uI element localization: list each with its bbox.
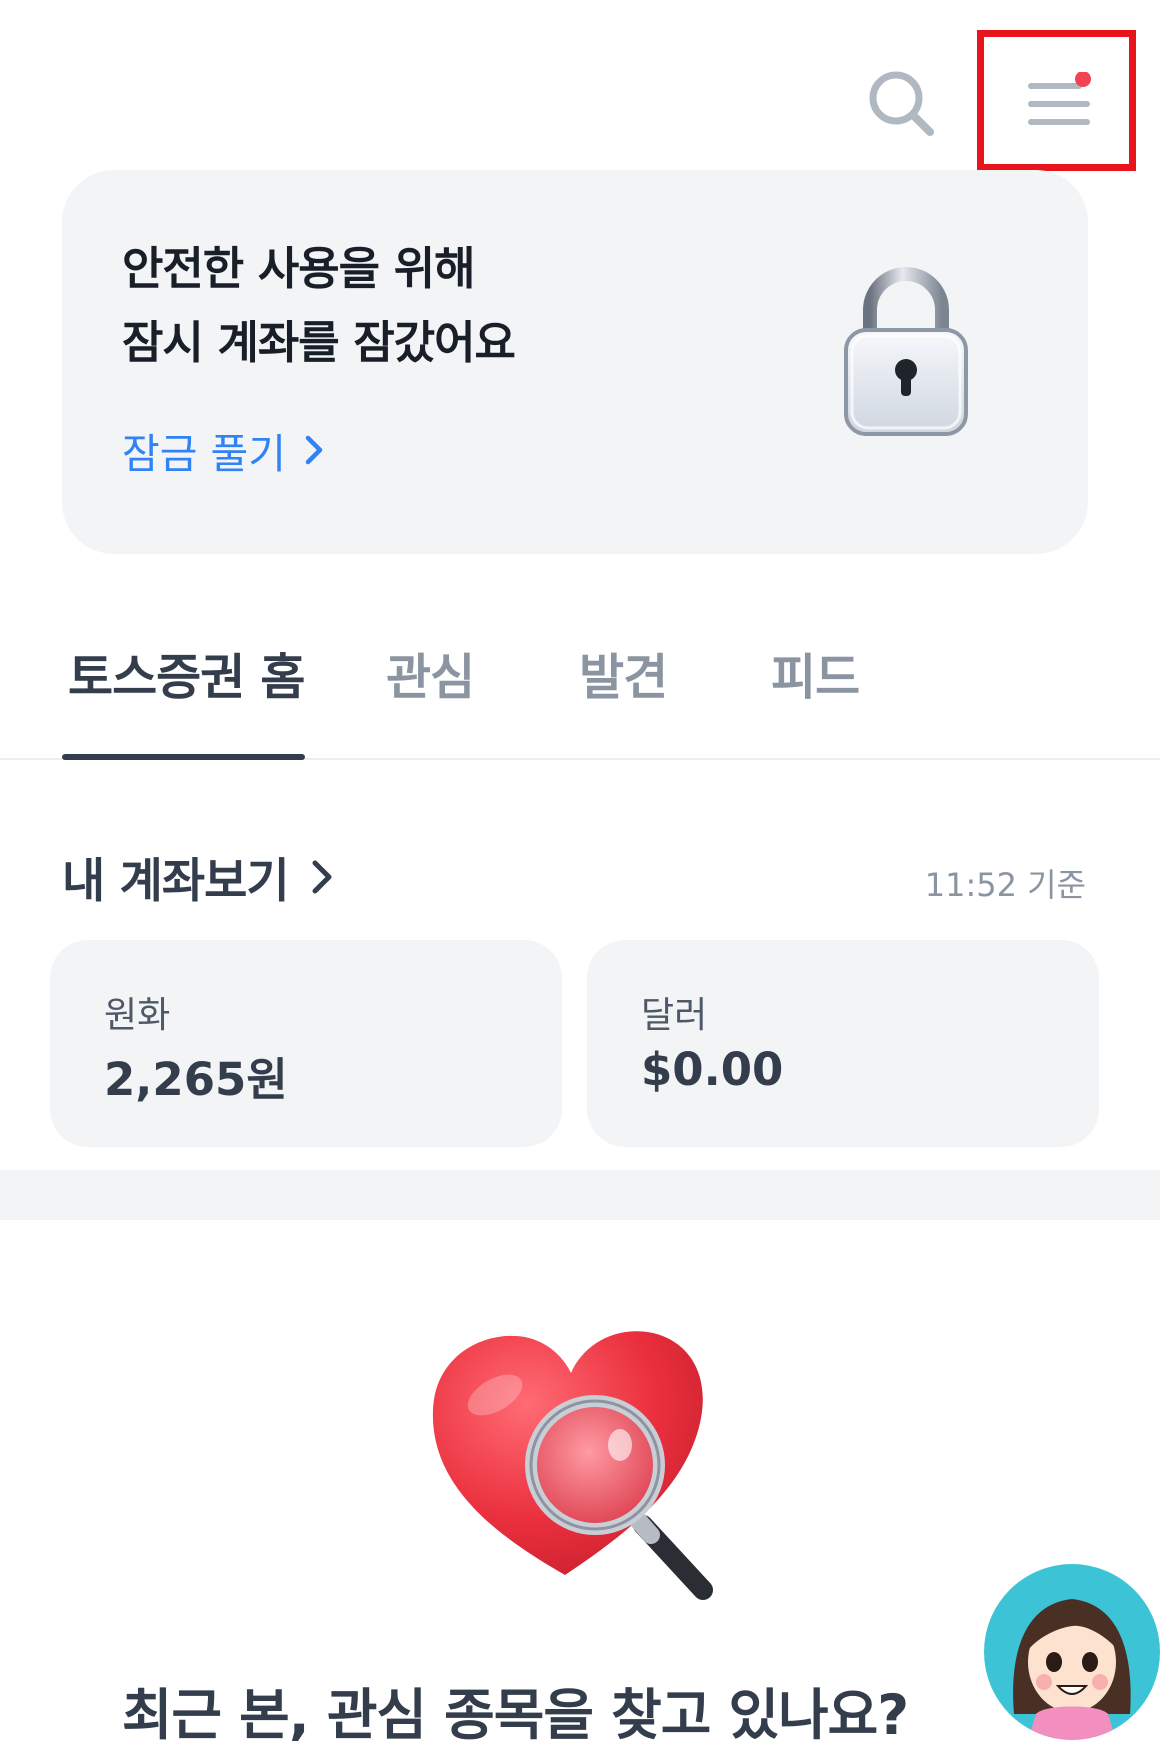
heart-magnifier-icon (432, 1331, 713, 1600)
section-divider (0, 1170, 1160, 1220)
tab-feed[interactable]: 피드 (771, 638, 860, 709)
balance-timestamp: 11:52 기준 (924, 866, 1086, 904)
lock-banner-title: 안전한 사용을 위해 잠시 계좌를 잠갔어요 (122, 242, 516, 369)
app-screen: 안전한 사용을 위해 잠시 계좌를 잠갔어요 잠금 풀기 토스증권 홈 관심 발… (0, 0, 1160, 1741)
account-lock-banner: 안전한 사용을 위해 잠시 계좌를 잠갔어요 잠금 풀기 (62, 170, 1088, 554)
krw-label: 원화 (104, 995, 171, 1036)
tab-discover[interactable]: 발견 (579, 638, 668, 709)
active-tab-indicator (62, 754, 305, 760)
usd-label: 달러 (641, 995, 708, 1036)
usd-value: $0.00 (641, 1043, 784, 1096)
main-tab-bar: 토스증권 홈 관심 발견 피드 (0, 610, 1160, 760)
menu-button[interactable] (977, 30, 1136, 171)
chevron-right-icon (312, 860, 332, 893)
character-avatar-button[interactable] (984, 1564, 1160, 1740)
recent-watchlist-prompt: 최근 본, 관심 종목을 찾고 있나요? (121, 1683, 909, 1741)
character-avatar-icon (1013, 1599, 1131, 1740)
search-icon (869, 71, 934, 136)
usd-balance-card[interactable]: 달러 $0.00 (587, 940, 1099, 1147)
tab-watchlist[interactable]: 관심 (386, 638, 475, 709)
top-bar (0, 0, 1160, 171)
hamburger-menu-icon (1028, 72, 1091, 125)
my-accounts-title: 내 계좌보기 (62, 854, 290, 909)
chevron-right-icon (305, 435, 323, 465)
krw-balance-card[interactable]: 원화 2,265원 (50, 940, 562, 1147)
unlock-link[interactable]: 잠금 풀기 (122, 420, 324, 480)
padlock-icon (844, 267, 968, 436)
krw-value: 2,265원 (104, 1053, 288, 1106)
search-button[interactable] (866, 62, 938, 142)
my-accounts-link[interactable]: 내 계좌보기 (62, 842, 333, 911)
unlock-label: 잠금 풀기 (122, 430, 286, 478)
tab-toss-securities-home[interactable]: 토스증권 홈 (68, 638, 305, 709)
